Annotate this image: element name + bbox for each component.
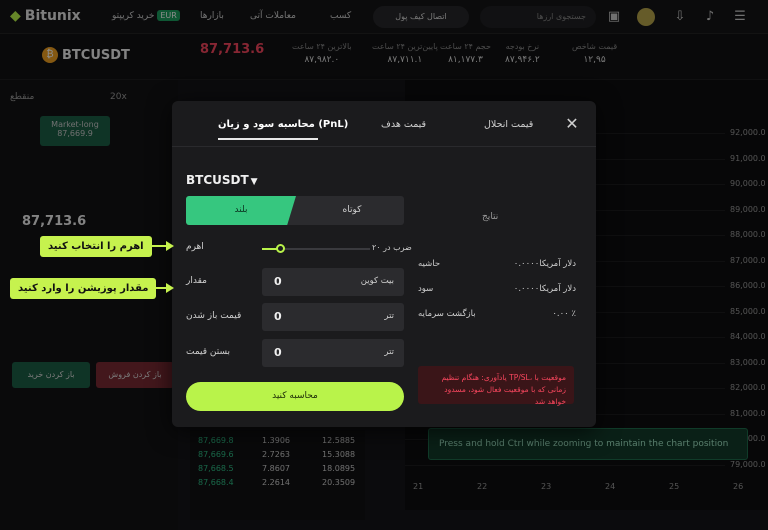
- tpsl-warning: یادآوری: هنگام تنظیم TP/SL، موقعیت با زم…: [418, 366, 574, 406]
- result-margin: حاشیه دلار آمریکا۰.۰۰۰۰: [418, 259, 576, 269]
- nav-futures[interactable]: معاملات آتی: [250, 11, 296, 21]
- quantity-input[interactable]: 0 بیت کوین: [262, 268, 404, 296]
- order-book: 87,669.8 1.3906 12.5885 87,669.6 2.7263 15.30…: [190, 430, 365, 520]
- ticker-stat: نرخ بودجه ۸۷,۹۴۶.۲: [505, 42, 540, 65]
- connect-wallet-button[interactable]: اتصال کیف پول: [373, 6, 469, 28]
- y-axis-label: 86,000.0: [730, 281, 766, 290]
- results-title: نتایج: [482, 212, 499, 222]
- arrow-right-icon: [166, 283, 174, 293]
- tab-target-price[interactable]: قیمت هدف: [381, 119, 426, 130]
- ticker-price: 87,713.6: [200, 42, 265, 57]
- leverage-value: ۲۰ ضرب در: [372, 243, 412, 252]
- tab-pnl[interactable]: محاسبه سود و زیان (PnL): [218, 119, 348, 130]
- callout-leverage: اهرم را انتخاب کنید: [40, 236, 152, 257]
- x-axis-label: 25: [669, 482, 680, 491]
- entry-price-input[interactable]: 0 تتر: [262, 303, 404, 331]
- exit-price-label: بستن قیمت: [186, 347, 231, 357]
- tab-liquidation-price[interactable]: قیمت انحلال: [484, 119, 533, 130]
- long-button[interactable]: بلند: [186, 196, 296, 225]
- open-short-button[interactable]: باز کردن فروش: [96, 362, 174, 388]
- x-axis-label: 24: [605, 482, 616, 491]
- ticker-stat: قیمت شاخص ۱۲,۹۵: [572, 42, 618, 65]
- brand-logo[interactable]: ◆ Bitunix: [10, 8, 81, 24]
- order-book-row[interactable]: 87,668.4 2.2614 20.3509: [190, 476, 365, 490]
- y-axis-label: 81,000.0: [730, 408, 766, 418]
- logo-icon: ◆: [10, 8, 21, 24]
- nav-buy-crypto[interactable]: خرید کریپتو EUR: [112, 10, 180, 21]
- x-axis-label: 26: [733, 482, 744, 491]
- leverage-label: اهرم: [186, 242, 204, 252]
- symbol-select[interactable]: BTCUSDT ▼: [186, 173, 258, 187]
- wallet-icon[interactable]: ▣: [606, 9, 622, 25]
- market-long-card[interactable]: Market-long 87,669.9: [40, 116, 110, 146]
- y-axis-label: 82,000.0: [730, 383, 766, 392]
- search-input[interactable]: جستجوی ارزها: [480, 6, 596, 28]
- download-icon[interactable]: ⇩: [672, 9, 688, 25]
- order-book-row[interactable]: 87,668.5 7.8607 18.0895: [190, 462, 365, 476]
- ref-price: 87,713.6: [22, 214, 87, 229]
- order-book-row[interactable]: 87,669.6 2.7263 15.3088: [190, 448, 365, 462]
- calculator-tabs: محاسبه سود و زیان (PnL) قیمت هدف قیمت ان…: [172, 101, 596, 147]
- y-axis-label: 87,000.0: [730, 255, 766, 265]
- bell-icon[interactable]: ♪: [702, 9, 718, 25]
- open-long-button[interactable]: باز کردن خرید: [12, 362, 90, 388]
- y-axis-label: 92,000.0: [730, 128, 766, 137]
- y-axis-label: 89,000.0: [730, 204, 766, 214]
- top-navbar: ◆ Bitunix خرید کریپتو EUR بازارها معاملات…: [0, 0, 768, 34]
- grid-line: [405, 464, 725, 466]
- caret-down-icon: ▼: [250, 177, 258, 187]
- zoom-toast: Press and hold Ctrl while zooming to mai…: [428, 428, 748, 460]
- nav-earn[interactable]: کسب: [330, 11, 351, 21]
- leverage-slider-handle[interactable]: [276, 244, 285, 253]
- pnl-calculator-modal: محاسبه سود و زیان (PnL) قیمت هدف قیمت ان…: [172, 101, 596, 427]
- ticker-pair[interactable]: BTCUSDT: [62, 48, 130, 63]
- menu-icon[interactable]: ☰: [732, 9, 748, 25]
- side-switch: بلند کوتاه: [186, 196, 404, 225]
- callout-quantity: مقدار پوزیشن را وارد کنید: [10, 278, 157, 299]
- order-book-row[interactable]: 87,669.8 1.3906 12.5885: [190, 434, 365, 448]
- y-axis-label: 85,000.0: [730, 306, 766, 316]
- callout-arrow: [146, 245, 168, 247]
- nav-markets[interactable]: بازارها: [200, 11, 224, 21]
- short-button[interactable]: کوتاه: [300, 196, 404, 225]
- order-form-panel: منقطع 20x Market-long 87,669.9 87,713.6 ب…: [0, 80, 178, 530]
- entry-price-label: قیمت باز شدن: [186, 311, 242, 321]
- calculate-button[interactable]: محاسبه کنید: [186, 382, 404, 411]
- ticker-stat: حجم ۲۴ ساعت ۸۱,۱۷۷.۳: [440, 42, 491, 65]
- close-icon[interactable]: ✕: [564, 116, 580, 132]
- y-axis-label: 79,000.0: [730, 459, 766, 469]
- avatar[interactable]: [637, 8, 655, 26]
- x-axis-label: 22: [477, 482, 488, 491]
- ticker-stat: پایین‌ترین ۲۴ ساعت ۸۷,۷۱۱.۱: [372, 42, 438, 65]
- ticker-bar: ₿ BTCUSDT 87,713.6 بالاترین ۲۴ ساعت ۸۷,۹۸…: [0, 34, 768, 80]
- y-axis-label: 83,000.0: [730, 357, 766, 367]
- y-axis-label: 91,000.0: [730, 153, 766, 163]
- active-tab-indicator: [218, 138, 318, 140]
- bitcoin-icon: ₿: [42, 47, 58, 63]
- result-roi: بازگشت سرمایه ۰.۰۰ ٪: [418, 309, 576, 319]
- x-axis-label: 23: [541, 482, 552, 491]
- result-profit: سود دلار آمریکا۰.۰۰۰۰: [418, 284, 576, 294]
- y-axis-label: 88,000.0: [730, 230, 766, 239]
- exit-price-input[interactable]: 0 تتر: [262, 339, 404, 367]
- y-axis-label: 90,000.0: [730, 179, 766, 188]
- arrow-right-icon: [166, 241, 174, 251]
- y-axis-label: 84,000.0: [730, 332, 766, 341]
- quantity-label: مقدار: [186, 276, 207, 286]
- ticker-stat: بالاترین ۲۴ ساعت ۸۷,۹۸۲.۰: [292, 42, 352, 65]
- x-axis-label: 21: [413, 482, 424, 491]
